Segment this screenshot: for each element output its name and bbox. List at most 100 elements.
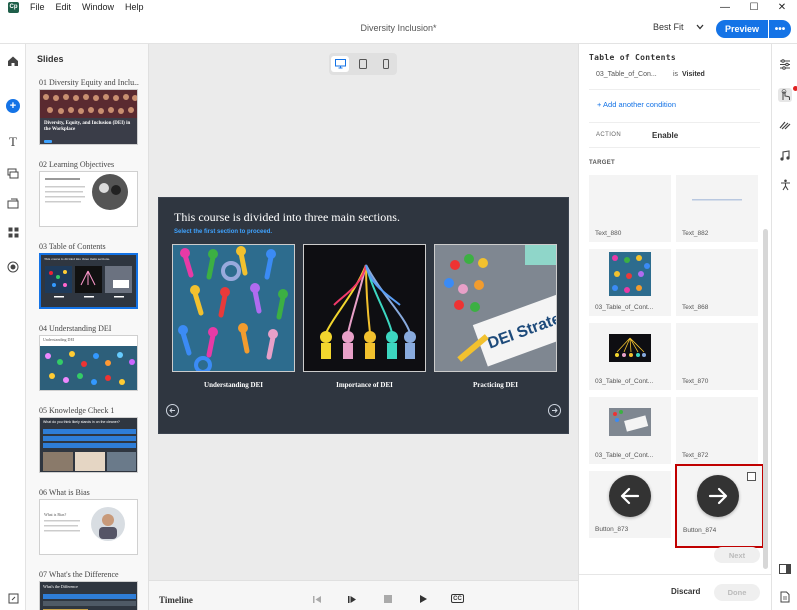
maximize-button[interactable]: ☐ bbox=[739, 0, 769, 14]
next-slide-button[interactable] bbox=[548, 404, 561, 417]
action-row[interactable]: ACTION Enable bbox=[589, 122, 760, 148]
slide-thumb-05[interactable]: What do you think likely stands in on th… bbox=[39, 417, 138, 473]
slide-canvas[interactable]: This course is divided into three main s… bbox=[158, 197, 569, 434]
target-name: Text_870 bbox=[682, 378, 709, 385]
slide-thumb-07-title: What's the Difference bbox=[43, 584, 78, 589]
discard-button[interactable]: Discard bbox=[671, 587, 700, 596]
slide-thumb-04[interactable]: Understanding DEI bbox=[39, 335, 138, 391]
step-forward-button[interactable] bbox=[345, 592, 359, 606]
next-button[interactable]: Next bbox=[714, 547, 760, 563]
slide-heading[interactable]: This course is divided into three main s… bbox=[174, 210, 400, 225]
target-item[interactable]: 03_Table_of_Cont... bbox=[589, 397, 671, 464]
target-item[interactable]: Text_872 bbox=[676, 397, 758, 464]
target-name: Button_874 bbox=[683, 527, 717, 534]
slide-label-01[interactable]: 01 Diversity Equity and Inclu... bbox=[39, 78, 139, 87]
target-item[interactable]: Text_880 bbox=[589, 175, 671, 242]
slide-label-02[interactable]: 02 Learning Objectives bbox=[39, 160, 139, 169]
record-icon[interactable] bbox=[6, 260, 20, 274]
notes-icon[interactable] bbox=[778, 590, 792, 604]
zoom-fit-label: Best Fit bbox=[653, 22, 684, 32]
action-value[interactable]: Enable bbox=[652, 131, 678, 140]
converging-lines-thumb bbox=[609, 334, 651, 362]
slide-label-07[interactable]: 07 What's the Difference bbox=[39, 570, 139, 579]
slide-subheading[interactable]: Select the first section to proceed. bbox=[174, 229, 272, 235]
interaction-icon[interactable] bbox=[778, 86, 797, 102]
panel-scrollbar[interactable] bbox=[763, 229, 768, 569]
target-item[interactable]: Button_873 bbox=[589, 471, 671, 538]
slide-thumb-02[interactable] bbox=[39, 171, 138, 227]
target-item[interactable]: 03_Table_of_Cont... bbox=[589, 249, 671, 316]
slide-thumb-03-title: This course is divided into three main s… bbox=[44, 257, 110, 261]
target-item[interactable]: Text_870 bbox=[676, 323, 758, 390]
prev-slide-button[interactable] bbox=[166, 404, 179, 417]
topic-label-understanding: Understanding DEI bbox=[204, 381, 263, 389]
preview-button[interactable]: Preview bbox=[716, 20, 768, 38]
menu-edit[interactable]: Edit bbox=[56, 2, 72, 12]
step-back-button[interactable] bbox=[310, 592, 324, 606]
add-icon[interactable]: + bbox=[6, 99, 20, 113]
accessibility-icon[interactable] bbox=[778, 178, 792, 192]
desktop-view-tab[interactable] bbox=[331, 56, 350, 72]
slide-thumb-03[interactable]: This course is divided into three main s… bbox=[39, 253, 138, 309]
condition-row[interactable]: 03_Table_of_Con... is Visited bbox=[589, 66, 760, 90]
slide-thumb-06[interactable]: What is Bias? bbox=[39, 499, 138, 555]
app-logo: Cp bbox=[8, 1, 19, 13]
mobile-icon bbox=[382, 59, 389, 69]
slide-label-06[interactable]: 06 What is Bias bbox=[39, 488, 139, 497]
target-thumb-image bbox=[590, 324, 670, 372]
topic-card-practicing[interactable]: DEI Strate bbox=[434, 244, 557, 372]
target-item-selected[interactable]: Button_874 bbox=[675, 464, 764, 548]
audio-icon[interactable] bbox=[778, 148, 792, 162]
stop-button[interactable] bbox=[381, 592, 395, 606]
target-name: Text_868 bbox=[682, 304, 709, 311]
target-name: Text_880 bbox=[595, 230, 622, 237]
topic-card-understanding[interactable] bbox=[172, 244, 295, 372]
menu-help[interactable]: Help bbox=[125, 2, 144, 12]
slide-thumb-04-title: Understanding DEI bbox=[43, 337, 75, 342]
dei-strategy-thumb bbox=[609, 408, 651, 436]
colorful-figures-thumb bbox=[609, 252, 651, 296]
animation-icon[interactable] bbox=[778, 118, 792, 132]
export-icon[interactable] bbox=[6, 591, 20, 605]
add-condition-link[interactable]: + Add another condition bbox=[597, 100, 676, 109]
tablet-view-tab[interactable] bbox=[354, 56, 372, 72]
minimize-button[interactable]: — bbox=[710, 0, 740, 14]
more-options-button[interactable]: ••• bbox=[769, 20, 791, 38]
slide-thumb-01[interactable]: Diversity, Equity, and Inclusion (DEI) i… bbox=[39, 89, 138, 145]
panel-icon[interactable] bbox=[778, 562, 792, 576]
panel-title: Table of Contents bbox=[589, 53, 676, 62]
target-item[interactable]: 03_Table_of_Cont... bbox=[589, 323, 671, 390]
properties-icon[interactable] bbox=[778, 57, 792, 71]
media-icon[interactable] bbox=[6, 166, 20, 180]
timeline-label[interactable]: Timeline bbox=[159, 595, 193, 605]
assets-icon[interactable] bbox=[6, 225, 20, 239]
condition-value[interactable]: Visited bbox=[682, 71, 705, 78]
done-button[interactable]: Done bbox=[714, 584, 760, 601]
desktop-icon bbox=[334, 59, 346, 69]
slide-label-03[interactable]: 03 Table of Contents bbox=[39, 242, 139, 251]
arrow-right-icon bbox=[552, 408, 558, 413]
slides-panel: Slides 01 Diversity Equity and Inclu... … bbox=[26, 44, 149, 610]
condition-target[interactable]: 03_Table_of_Con... bbox=[596, 71, 657, 78]
slide-label-05[interactable]: 05 Knowledge Check 1 bbox=[39, 406, 139, 415]
slide-thumb-07[interactable]: What's the Difference bbox=[39, 581, 138, 610]
target-thumb-image bbox=[590, 250, 670, 298]
zoom-fit-select[interactable]: Best Fit bbox=[653, 22, 704, 32]
slide-label-04[interactable]: 04 Understanding DEI bbox=[39, 324, 139, 333]
text-icon[interactable]: T bbox=[6, 134, 20, 149]
play-button[interactable] bbox=[416, 592, 430, 606]
slide-thumb-01-title: Diversity, Equity, and Inclusion (DEI) i… bbox=[44, 121, 131, 132]
menu-window[interactable]: Window bbox=[82, 2, 114, 12]
figures-mini-image bbox=[40, 346, 137, 390]
close-window-button[interactable]: ✕ bbox=[767, 0, 797, 14]
target-item[interactable]: Text_882 bbox=[676, 175, 758, 242]
step-back-icon bbox=[313, 595, 321, 603]
home-icon[interactable] bbox=[6, 54, 20, 68]
closed-captions-button[interactable]: CC bbox=[451, 594, 464, 603]
target-item[interactable]: Text_868 bbox=[676, 249, 758, 316]
interactions-icon[interactable] bbox=[6, 196, 20, 210]
topic-card-importance[interactable] bbox=[303, 244, 426, 372]
menu-file[interactable]: File bbox=[30, 2, 45, 12]
play-icon bbox=[419, 595, 427, 603]
mobile-view-tab[interactable] bbox=[377, 56, 395, 72]
